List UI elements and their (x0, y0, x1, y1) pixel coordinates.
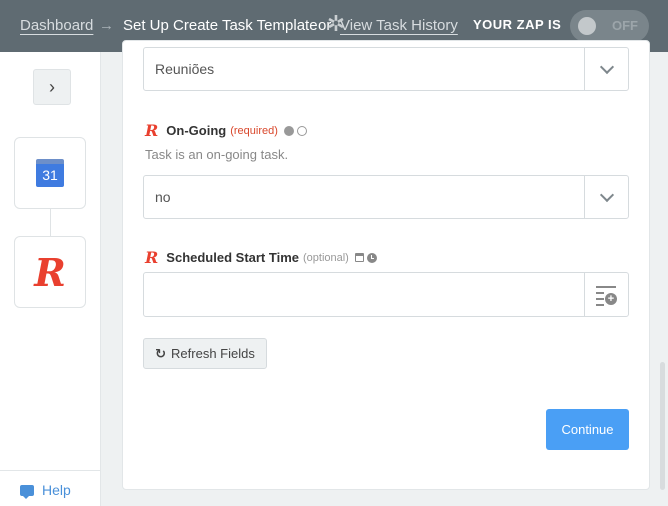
step-google-calendar[interactable]: 31 (14, 137, 86, 209)
ongoing-select[interactable]: no (143, 175, 629, 219)
step-form-card: Reuniões R On-Going (required) Task is a… (122, 40, 650, 490)
zap-status-label: YOUR ZAP IS (473, 17, 562, 32)
refresh-icon: ↻ (155, 345, 167, 361)
refresh-fields-label: Refresh Fields (171, 346, 255, 361)
breadcrumb-arrow-icon: → (99, 17, 114, 34)
google-calendar-icon: 31 (36, 159, 64, 187)
dropdown-toggle[interactable] (584, 48, 628, 90)
select-value: Reuniões (155, 61, 215, 77)
dropdown-toggle[interactable] (584, 176, 628, 218)
ongoing-field-label: R On-Going (required) (145, 121, 307, 140)
calendar-day: 31 (36, 164, 64, 187)
chevron-down-icon (599, 187, 614, 202)
chat-bubble-icon (20, 484, 34, 499)
toggle-state-label: OFF (612, 18, 638, 33)
continue-button[interactable]: Continue (546, 409, 629, 450)
add-circle-icon: + (605, 293, 617, 305)
previous-field-select[interactable]: Reuniões (143, 47, 629, 91)
optional-badge: (optional) (302, 251, 349, 264)
scheduled-start-field-label: R Scheduled Start Time (optional) (145, 248, 377, 267)
radio-empty-icon (296, 125, 307, 136)
r-app-icon: R (145, 248, 159, 267)
ongoing-label: On-Going (166, 123, 227, 138)
step-connector (50, 209, 51, 236)
scheduled-start-label: Scheduled Start Time (166, 250, 299, 265)
breadcrumb-dashboard-link[interactable]: Dashboard (20, 17, 93, 34)
r-app-icon: R (145, 121, 159, 140)
loading-spinner-icon: ✲ (326, 11, 346, 36)
help-label: Help (42, 482, 71, 498)
help-link[interactable]: Help (20, 482, 71, 499)
insert-field-button[interactable]: + (584, 273, 628, 316)
step-r-app[interactable]: R (14, 236, 86, 308)
sidebar-divider (0, 470, 100, 471)
required-badge: (required) (230, 124, 278, 137)
list-icon-line (596, 298, 604, 300)
list-icon-line (596, 292, 604, 294)
select-value: no (155, 189, 171, 205)
list-icon-line (596, 304, 604, 306)
calendar-icon (354, 253, 364, 262)
scrollbar[interactable] (660, 362, 665, 490)
chevron-down-icon (599, 59, 614, 74)
breadcrumb-title: Set Up Create Task Template (123, 17, 318, 34)
scheduled-start-input-wrapper: + (143, 272, 629, 317)
clock-icon (366, 252, 377, 263)
view-task-history-link[interactable]: View Task History (340, 17, 458, 34)
radio-filled-icon (283, 125, 294, 136)
r-app-icon: R (34, 249, 66, 295)
zap-on-off-toggle[interactable]: OFF (570, 10, 649, 42)
toggle-knob (578, 17, 596, 35)
expand-sidebar-button[interactable]: › (33, 69, 71, 105)
sidebar: › 31 R Help (0, 52, 101, 506)
refresh-fields-button[interactable]: ↻ Refresh Fields (143, 338, 267, 369)
scheduled-start-input[interactable] (144, 273, 585, 316)
list-icon-line (596, 286, 616, 288)
ongoing-help-text: Task is an on-going task. (145, 147, 289, 162)
chevron-right-icon: › (49, 76, 55, 97)
